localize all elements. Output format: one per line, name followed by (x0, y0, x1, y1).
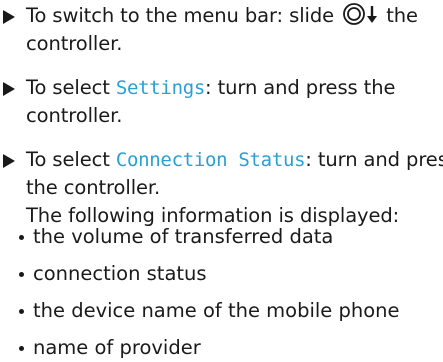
bullet-dot-icon (19, 309, 24, 314)
step-text-prefix: To switch to the menu bar: slide (26, 4, 341, 27)
info-item-label: name of provider (33, 336, 201, 359)
bullet-dot-icon (19, 235, 24, 240)
controller-slide-down-icon (343, 3, 378, 25)
step-arrow-icon (3, 82, 15, 96)
info-item-device-name: the device name of the mobile phone (0, 297, 443, 325)
step-select-connection-status: To select Connection Status: turn and pr… (0, 146, 443, 230)
info-item-label: the volume of transferred data (33, 225, 334, 248)
menu-item-connection-status: Connection Status (115, 149, 306, 171)
step-text-prefix: To select (26, 76, 116, 99)
info-item-transferred-data: the volume of transferred data (0, 223, 443, 251)
bullet-dot-icon (19, 272, 24, 277)
step-arrow-icon (3, 154, 15, 168)
step-switch-menu-bar: To switch to the menu bar: slide the con… (0, 2, 443, 58)
bullet-dot-icon (19, 346, 24, 351)
info-item-label: the device name of the mobile phone (33, 299, 400, 322)
info-list: the volume of transferred data connectio… (0, 223, 443, 362)
info-item-connection-status: connection status (0, 260, 443, 288)
step-text-prefix: To select (26, 148, 116, 171)
step-arrow-icon (3, 10, 15, 24)
step-select-settings: To select Settings: turn and press the c… (0, 74, 443, 130)
info-item-label: connection status (33, 262, 207, 285)
instruction-page: To switch to the menu bar: slide the con… (0, 0, 443, 359)
menu-item-settings: Settings (115, 77, 205, 99)
